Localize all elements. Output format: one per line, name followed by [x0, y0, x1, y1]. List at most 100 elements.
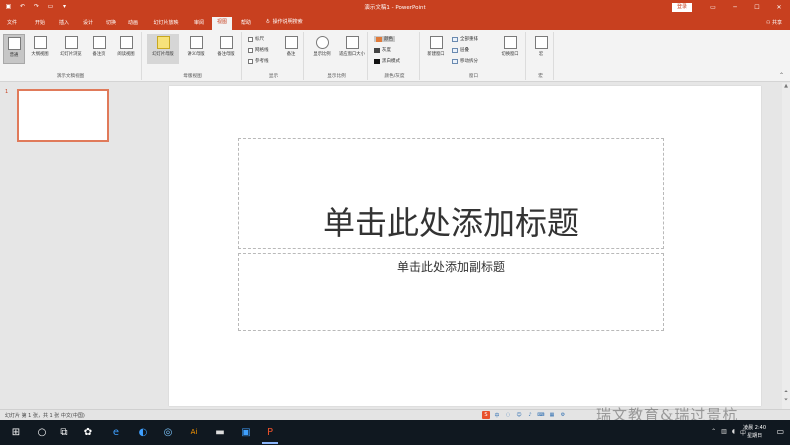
- vertical-scrollbar[interactable]: ▲ ⏶ ⏷: [782, 83, 790, 409]
- lightbulb-icon: ♁: [266, 18, 270, 25]
- search-icon[interactable]: ○: [34, 424, 50, 440]
- fit-to-window-button[interactable]: 适应窗口大小: [338, 34, 366, 64]
- windows-start-icon[interactable]: ⊞: [8, 424, 24, 440]
- reading-view-icon: [119, 36, 133, 49]
- status-bar: 幻灯片 第 1 张，共 1 张 中文(中国) S 中 ◌ ☺ ♪ ⌨ ▦ ⚙ 瑞…: [0, 406, 790, 424]
- page-down-icon[interactable]: ⏷: [782, 397, 790, 403]
- volume-icon[interactable]: ◖: [732, 428, 735, 437]
- tab-view[interactable]: 视图: [212, 17, 232, 30]
- tab-help[interactable]: 帮助: [238, 18, 254, 30]
- black-white-option[interactable]: 黑白模式: [374, 58, 400, 64]
- move-split-button[interactable]: 移动拆分: [452, 58, 478, 64]
- group-label: 显示比例: [327, 74, 346, 79]
- handout-master-button[interactable]: 讲义母版: [182, 34, 210, 64]
- collapse-ribbon-icon[interactable]: ⌃: [779, 72, 784, 79]
- ribbon-tabs: 文件 开始 插入 设计 切换 动画 幻灯片放映 审阅 视图 帮助 ♁ 操作说明搜…: [0, 15, 790, 30]
- notes-page-label: 备注页: [92, 52, 106, 57]
- sogou-icon[interactable]: S: [482, 411, 490, 419]
- arrange-all-button[interactable]: 全部重排: [452, 36, 478, 42]
- arrange-all-label: 全部重排: [460, 37, 478, 42]
- explorer-icon[interactable]: ▬: [212, 424, 228, 440]
- ruler-label: 标尺: [255, 37, 264, 42]
- tab-animations[interactable]: 动画: [125, 18, 141, 30]
- slide-master-button[interactable]: 幻灯片母版: [147, 34, 179, 64]
- grayscale-option[interactable]: 灰度: [374, 47, 391, 53]
- ime-punct-icon[interactable]: ◌: [504, 411, 512, 419]
- minimize-icon[interactable]: ─: [724, 0, 746, 15]
- slide-sorter-label: 幻灯片浏览: [60, 52, 82, 57]
- cascade-button[interactable]: 层叠: [452, 47, 469, 53]
- tell-me[interactable]: ♁ 操作说明搜索: [266, 18, 303, 26]
- emoji-icon[interactable]: ☺: [515, 411, 523, 419]
- title-placeholder[interactable]: 单击此处添加标题: [238, 138, 664, 249]
- reading-view-button[interactable]: 阅读视图: [113, 34, 139, 64]
- ime-lang-icon[interactable]: 中: [493, 411, 501, 419]
- color-label: 颜色: [384, 37, 393, 42]
- ribbon-display-icon[interactable]: ▭: [702, 0, 724, 15]
- app-icon[interactable]: ✿: [80, 424, 96, 440]
- browser-icon[interactable]: ◐: [135, 424, 151, 440]
- ruler-checkbox[interactable]: 标尺: [248, 36, 264, 42]
- black-white-swatch-icon: [374, 58, 380, 64]
- chevron-up-icon[interactable]: ⌃: [711, 428, 716, 437]
- subtitle-placeholder[interactable]: 单击此处添加副标题: [238, 253, 664, 331]
- notes-master-button[interactable]: 备注母版: [212, 34, 240, 64]
- tools-icon[interactable]: ⚙: [559, 411, 567, 419]
- tab-design[interactable]: 设计: [80, 18, 96, 30]
- cascade-icon: [452, 47, 458, 53]
- maximize-icon[interactable]: ☐: [746, 0, 768, 15]
- grayscale-swatch-icon: [374, 47, 380, 53]
- normal-view-button[interactable]: 普通: [3, 34, 25, 64]
- store-icon[interactable]: ▣: [238, 424, 254, 440]
- illustrator-icon[interactable]: Ai: [186, 424, 202, 440]
- macros-button[interactable]: 宏: [530, 34, 552, 64]
- notes-page-button[interactable]: 备注页: [88, 34, 110, 64]
- powerpoint-icon[interactable]: P: [262, 424, 278, 444]
- tab-transitions[interactable]: 切换: [103, 18, 119, 30]
- group-show: 标尺 网格线 参考线 备注 显示: [244, 32, 304, 80]
- slide-editor: 单击此处添加标题 单击此处添加副标题 ▲ ⏶ ⏷: [168, 83, 790, 409]
- scroll-up-icon[interactable]: ▲: [782, 83, 790, 89]
- group-label: 母版视图: [183, 74, 202, 79]
- close-icon[interactable]: ✕: [768, 0, 790, 15]
- notification-icon[interactable]: ▭: [776, 427, 784, 436]
- microphone-icon[interactable]: ♪: [526, 411, 534, 419]
- window-controls: ▭ ─ ☐ ✕: [702, 0, 790, 15]
- page-up-icon[interactable]: ⏶: [782, 389, 790, 395]
- slide-sorter-icon: [64, 36, 78, 49]
- slide-sorter-button[interactable]: 幻灯片浏览: [57, 34, 85, 64]
- switch-windows-button[interactable]: 切换窗口: [496, 34, 524, 64]
- tab-review[interactable]: 审阅: [191, 18, 207, 30]
- slide-master-icon: [156, 36, 170, 49]
- outline-view-button[interactable]: 大纲视图: [29, 34, 51, 64]
- network-icon[interactable]: ▥: [721, 428, 727, 437]
- task-view-icon[interactable]: ⧉: [56, 424, 72, 440]
- gridlines-checkbox[interactable]: 网格线: [248, 47, 269, 53]
- skin-icon[interactable]: ▦: [548, 411, 556, 419]
- notes-button[interactable]: 备注: [280, 34, 302, 64]
- group-label: 宏: [538, 74, 543, 79]
- edge-icon[interactable]: e: [108, 424, 124, 440]
- slide-thumbnail[interactable]: [17, 89, 109, 142]
- notes-master-label: 备注母版: [217, 52, 235, 57]
- tab-home[interactable]: 开始: [32, 18, 48, 30]
- color-option[interactable]: 颜色: [374, 36, 395, 42]
- new-window-button[interactable]: 新建窗口: [424, 34, 448, 64]
- clock-time-value: 2:40: [754, 425, 766, 431]
- tab-insert[interactable]: 插入: [56, 18, 72, 30]
- tab-file[interactable]: 文件: [4, 18, 20, 30]
- fit-window-label: 适应窗口大小: [339, 52, 365, 57]
- login-button[interactable]: 登录: [672, 3, 692, 12]
- ime-toolbar: S 中 ◌ ☺ ♪ ⌨ ▦ ⚙: [482, 411, 567, 419]
- search-app-icon[interactable]: ◎: [160, 424, 176, 440]
- share-button[interactable]: ⚇ 共享: [766, 19, 782, 26]
- zoom-button[interactable]: 显示比例: [309, 34, 335, 64]
- arrange-all-icon: [452, 36, 458, 42]
- slide-canvas[interactable]: 单击此处添加标题 单击此处添加副标题: [169, 86, 761, 406]
- tab-slideshow[interactable]: 幻灯片放映: [148, 18, 184, 30]
- new-window-label: 新建窗口: [427, 52, 445, 57]
- guides-checkbox[interactable]: 参考线: [248, 58, 269, 64]
- tell-me-label: 操作说明搜索: [272, 19, 303, 25]
- clock[interactable]: 凌晨 2:40 星期日: [743, 424, 766, 440]
- keyboard-icon[interactable]: ⌨: [537, 411, 545, 419]
